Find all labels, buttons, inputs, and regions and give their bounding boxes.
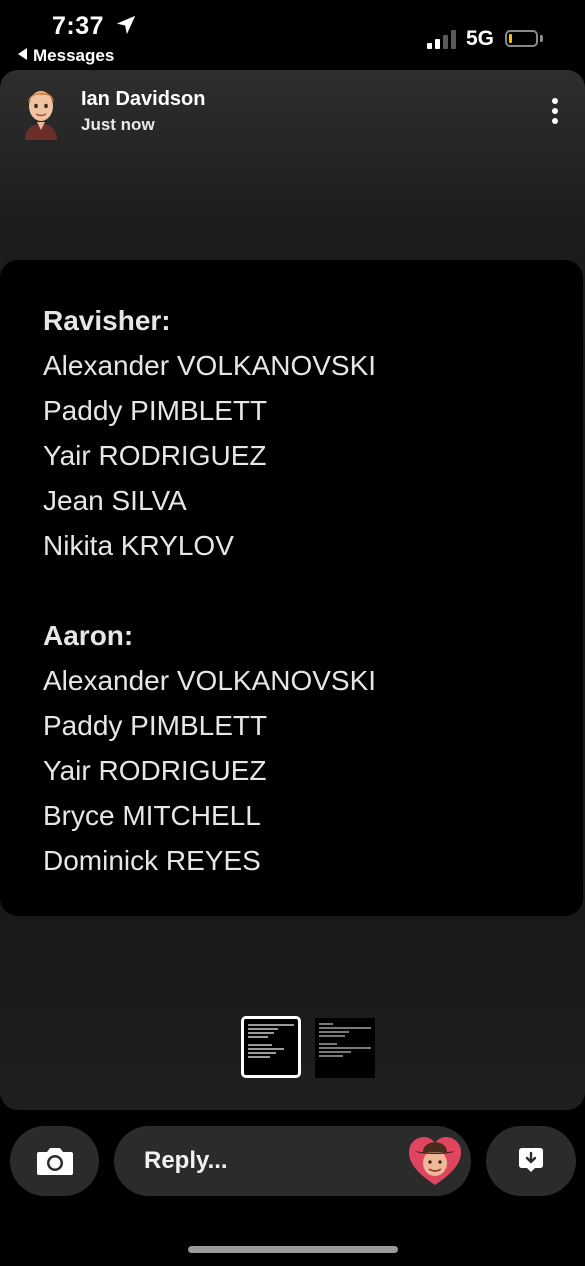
location-arrow-icon (116, 15, 136, 35)
home-indicator[interactable] (188, 1246, 398, 1253)
list-heading: Ravisher: (43, 305, 171, 336)
battery-level (509, 34, 512, 43)
list-item: Yair RODRIGUEZ (43, 755, 267, 786)
list-item: Alexander VOLKANOVSKI (43, 665, 377, 696)
list-item: Dominick REYES (43, 845, 261, 876)
story-text-panel: Ravisher: Alexander VOLKANOVSKI Paddy PI… (0, 260, 583, 916)
list-item: Paddy PIMBLETT (43, 395, 268, 426)
list-item: Jean SILVA (43, 485, 187, 516)
list-item: Bryce MITCHELL (43, 800, 261, 831)
list-item: Yair RODRIGUEZ (43, 440, 267, 471)
story-view[interactable]: Ian Davidson Just now Ravisher: Alexande… (0, 70, 585, 1110)
battery-icon (505, 30, 538, 47)
cowboy-heart-reaction-icon[interactable] (407, 1133, 463, 1189)
list-item: Alexander VOLKANOVSKI (43, 350, 377, 381)
save-download-icon (519, 1148, 543, 1172)
story-thumbnail-active[interactable] (241, 1016, 301, 1078)
reply-input[interactable]: Reply... (114, 1126, 471, 1196)
sender-name[interactable]: Ian Davidson (81, 88, 205, 111)
picks-list: Ravisher: Alexander VOLKANOVSKI Paddy PI… (43, 298, 376, 883)
network-type: 5G (466, 27, 495, 50)
battery-cap (540, 35, 543, 42)
camera-button[interactable] (10, 1126, 99, 1196)
story-timestamp: Just now (81, 115, 155, 134)
list-item: Paddy PIMBLETT (43, 710, 268, 741)
sender-avatar[interactable] (19, 84, 63, 140)
list-heading: Aaron: (43, 620, 134, 651)
list-item: Nikita KRYLOV (43, 530, 234, 561)
save-to-device-button[interactable] (486, 1126, 576, 1196)
back-to-messages-link[interactable]: Messages (18, 46, 114, 66)
story-thumbnail[interactable] (315, 1018, 375, 1078)
status-bar: 7:37 Messages 5G (0, 0, 585, 70)
camera-icon (37, 1148, 73, 1175)
back-triangle-icon (18, 48, 27, 60)
cellular-signal-icon (427, 29, 457, 49)
status-time: 7:37 (52, 12, 105, 40)
back-app-label: Messages (33, 46, 115, 65)
more-options-icon[interactable] (545, 96, 565, 126)
reply-placeholder: Reply... (144, 1147, 228, 1174)
